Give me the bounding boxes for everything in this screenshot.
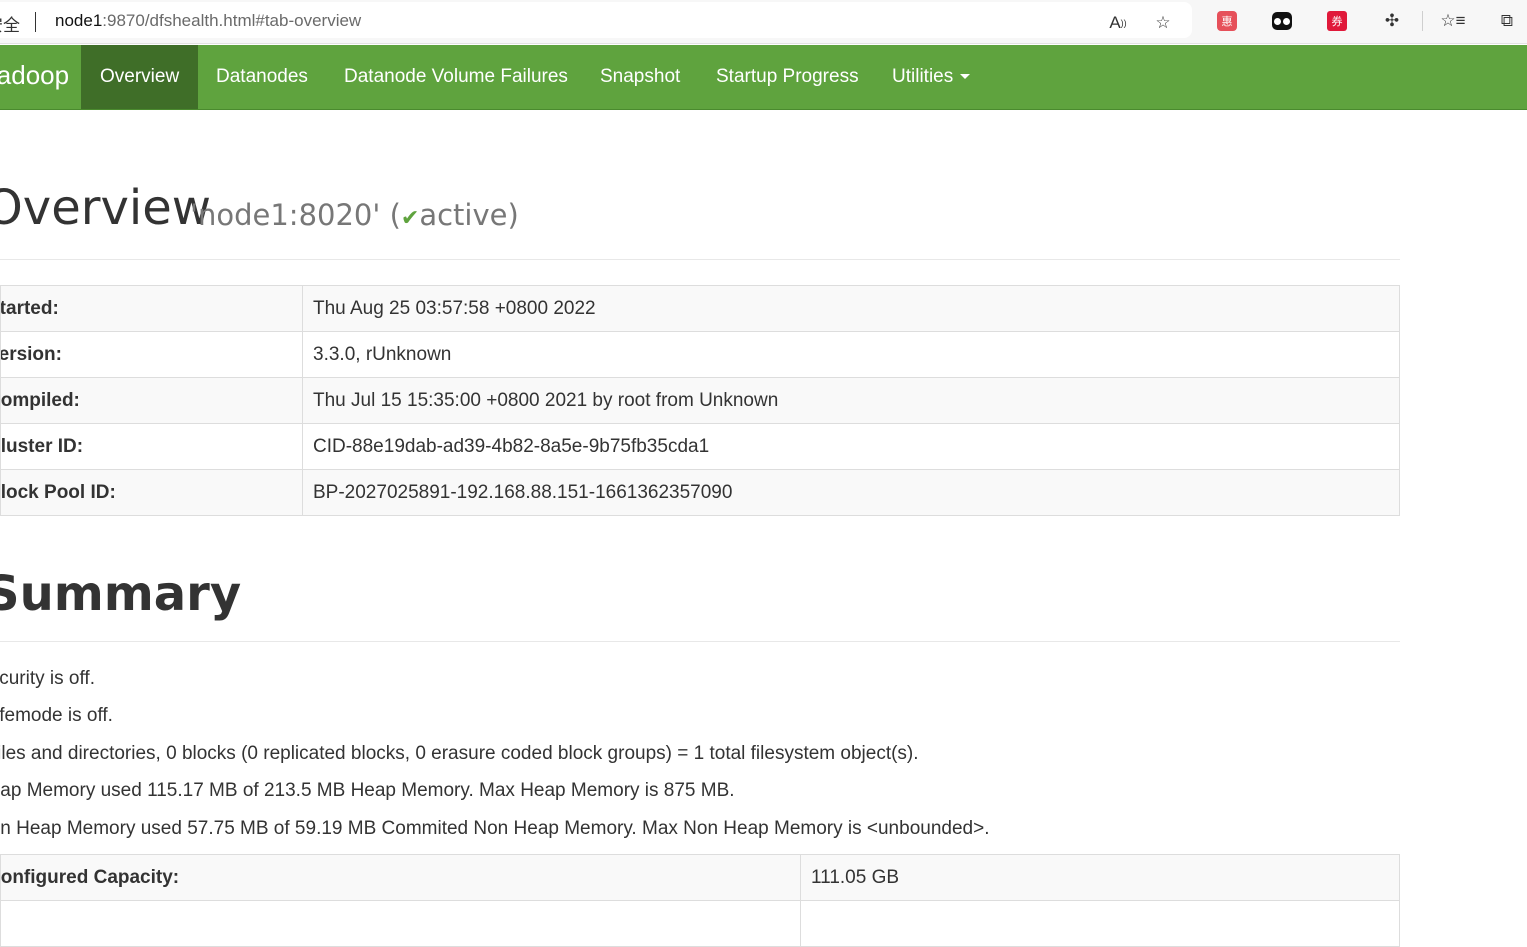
address-separator <box>35 12 36 32</box>
row-key: Configured Capacity: <box>0 854 801 901</box>
add-favorite-icon[interactable]: ☆ <box>1150 10 1176 36</box>
row-key: Started: <box>0 285 303 332</box>
status-text: active <box>419 198 508 232</box>
table-row: Started: Thu Aug 25 03:57:58 +0800 2022 <box>0 285 1400 332</box>
overview-table: Started: Thu Aug 25 03:57:58 +0800 2022 … <box>0 285 1400 516</box>
next-row-value <box>800 900 1400 947</box>
utilities-label: Utilities <box>892 66 954 87</box>
namenode-address: 'node1:8020' <box>190 198 381 232</box>
block-pool-id-value: BP-2027025891-192.168.88.151-16613623570… <box>302 469 1400 516</box>
compiled-label: Compiled: <box>0 389 80 411</box>
navbar: Hadoop Overview Datanodes Datanode Volum… <box>0 45 1527 110</box>
table-row: Compiled: Thu Jul 15 15:35:00 +0800 2021… <box>0 377 1400 424</box>
cluster-id-label: Cluster ID: <box>0 435 84 457</box>
table-row: Block Pool ID: BP-2027025891-192.168.88.… <box>0 469 1400 516</box>
url-path: :9870/dfshealth.html#tab-overview <box>102 11 362 30</box>
extension-black-badge <box>1272 12 1292 30</box>
configured-capacity-label: Configured Capacity: <box>0 866 180 888</box>
compiled-value: Thu Jul 15 15:35:00 +0800 2021 by root f… <box>302 377 1400 424</box>
divider <box>0 259 1400 260</box>
tab-datanode-volume-failures[interactable]: Datanode Volume Failures <box>325 45 587 109</box>
check-icon: ✔ <box>400 206 420 231</box>
page-subtitle: 'node1:8020' (✔active) <box>190 198 519 232</box>
summary-table: Configured Capacity: 111.05 GB <box>0 854 1400 947</box>
table-row <box>0 900 1400 947</box>
address-bar[interactable]: 安全 node1:9870/dfshealth.html#tab-overvie… <box>0 2 1192 38</box>
row-key: Cluster ID: <box>0 423 303 470</box>
url-text[interactable]: node1:9870/dfshealth.html#tab-overview <box>55 11 361 31</box>
non-heap-memory: Non Heap Memory used 57.75 MB of 59.19 M… <box>0 818 990 839</box>
extension-red-badge: 惠 <box>1217 11 1237 31</box>
table-row: Configured Capacity: 111.05 GB <box>0 854 1400 901</box>
version-label: Version: <box>2 343 62 365</box>
extension-red-icon[interactable]: 惠 <box>1214 8 1240 34</box>
heap-memory: Heap Memory used 115.17 MB of 213.5 MB H… <box>0 780 735 801</box>
extension-black-icon[interactable] <box>1269 8 1295 34</box>
tab-snapshot[interactable]: Snapshot <box>581 45 699 109</box>
configured-capacity-value: 111.05 GB <box>800 854 1400 901</box>
table-row: Cluster ID: CID-88e19dab-ad39-4b82-8a5e-… <box>0 423 1400 470</box>
coupon-extension-icon[interactable]: 券 <box>1324 8 1350 34</box>
filesystem-objects: 1 files and directories, 0 blocks (0 rep… <box>0 743 919 764</box>
safemode-status: Safemode is off. <box>0 705 113 726</box>
status-close-paren: ) <box>507 198 519 232</box>
toolbar-divider <box>1422 11 1423 31</box>
block-pool-id-label: Block Pool ID: <box>0 481 116 503</box>
started-label: Started: <box>2 297 59 319</box>
chevron-down-icon <box>960 74 971 80</box>
row-key: Compiled: <box>0 377 303 424</box>
status-open-paren: ( <box>389 198 401 232</box>
divider <box>0 641 1400 642</box>
summary-title: Summary <box>0 566 242 622</box>
table-row: Version: 3.3.0, rUnknown <box>0 331 1400 378</box>
extensions-icon[interactable]: ✣ <box>1379 8 1405 34</box>
page-title: Overview <box>0 180 211 236</box>
row-key: Block Pool ID: <box>0 469 303 516</box>
tab-startup-progress[interactable]: Startup Progress <box>697 45 878 109</box>
url-host: node1 <box>55 11 103 30</box>
favorites-icon[interactable]: ☆≡ <box>1440 8 1466 34</box>
brand-logo[interactable]: Hadoop <box>0 60 69 91</box>
tab-datanodes[interactable]: Datanodes <box>197 45 327 109</box>
row-key: Version: <box>0 331 303 378</box>
row-key <box>0 900 801 947</box>
tab-overview[interactable]: Overview <box>81 45 199 109</box>
security-status: Security is off. <box>0 668 95 689</box>
version-value: 3.3.0, rUnknown <box>302 331 1400 378</box>
cluster-id-value: CID-88e19dab-ad39-4b82-8a5e-9b75fb35cda1 <box>302 423 1400 470</box>
collections-icon[interactable]: ⧉ <box>1494 8 1520 34</box>
coupon-badge: 券 <box>1327 11 1347 31</box>
tab-utilities[interactable]: Utilities <box>873 45 989 109</box>
browser-toolbar: 安全 node1:9870/dfshealth.html#tab-overvie… <box>0 0 1527 44</box>
security-label[interactable]: 安全 <box>0 11 20 36</box>
started-value: Thu Aug 25 03:57:58 +0800 2022 <box>302 285 1400 332</box>
read-aloud-icon[interactable]: A)) <box>1105 10 1131 36</box>
